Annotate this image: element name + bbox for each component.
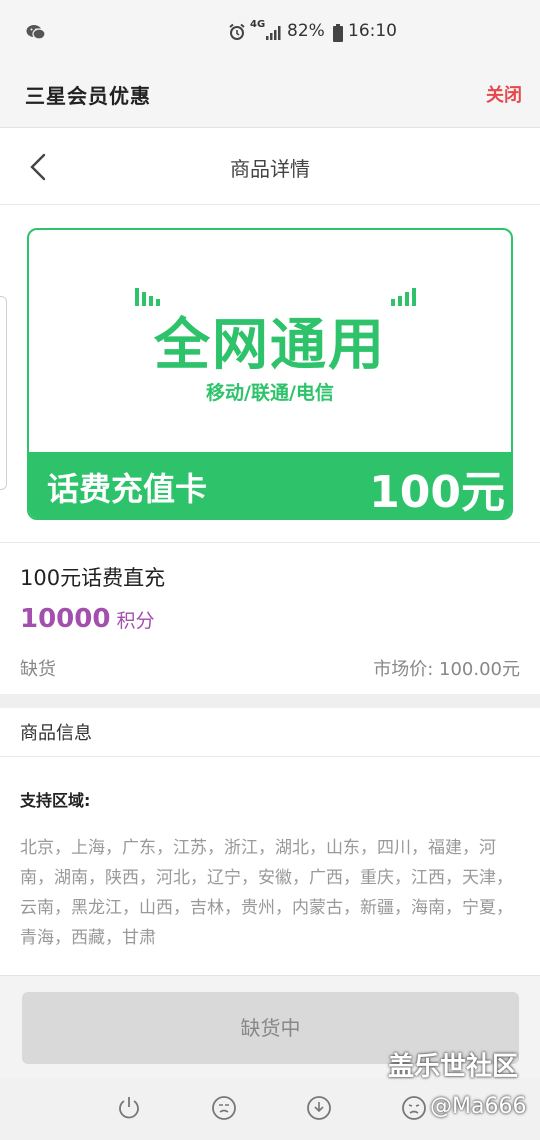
power-icon[interactable] xyxy=(115,1094,143,1122)
face-icon[interactable] xyxy=(210,1094,238,1122)
emoji-icon[interactable] xyxy=(400,1094,428,1122)
divider xyxy=(0,756,540,757)
points-unit: 积分 xyxy=(116,610,155,632)
wechat-icon xyxy=(26,25,46,40)
app-title: 三星会员优惠 xyxy=(25,84,151,108)
market-price: 市场价: 100.00元 xyxy=(373,659,520,680)
card-amount: 100元 xyxy=(369,467,505,518)
section-title-info: 商品信息 xyxy=(20,723,92,744)
card-label: 话费充值卡 xyxy=(47,470,208,508)
support-region-title: 支持区域: xyxy=(20,791,91,810)
stock-status: 缺货 xyxy=(20,659,56,680)
close-button[interactable]: 关闭 xyxy=(486,81,522,107)
product-image-card: 全网通用 移动/联通/电信 话费充值卡 100元 xyxy=(27,228,513,520)
watermark-handle: @Ma666 xyxy=(430,1094,527,1119)
points-price: 10000 积分 xyxy=(20,604,154,634)
watermark-title: 盖乐世社区 xyxy=(388,1052,519,1082)
battery-icon xyxy=(333,24,343,42)
app-header: 三星会员优惠 关闭 xyxy=(0,64,540,128)
divider xyxy=(0,542,540,543)
alarm-icon xyxy=(229,23,245,40)
download-face-icon[interactable] xyxy=(305,1094,333,1122)
card-carriers: 移动/联通/电信 xyxy=(206,382,334,404)
support-region-list: 北京，上海，广东，江苏，浙江，湖北，山东，四川，福建，河南，湖南，陕西，河北，辽… xyxy=(20,838,513,948)
section-gap xyxy=(0,694,540,708)
side-drawer-handle[interactable] xyxy=(0,296,7,490)
battery-percent: 82% xyxy=(287,21,325,41)
network-indicator: 4G xyxy=(250,19,266,30)
card-headline: 全网通用 xyxy=(154,313,386,378)
nav-bar: 商品详情 xyxy=(0,129,540,205)
clock: 16:10 xyxy=(348,21,397,41)
page-title: 商品详情 xyxy=(230,157,310,181)
product-name: 100元话费直充 xyxy=(20,566,166,590)
status-bar: 4G 82% 16:10 xyxy=(0,0,540,64)
card-band: 话费充值卡 100元 xyxy=(29,452,511,518)
points-value: 10000 xyxy=(20,604,111,634)
signal-icon xyxy=(266,26,281,40)
